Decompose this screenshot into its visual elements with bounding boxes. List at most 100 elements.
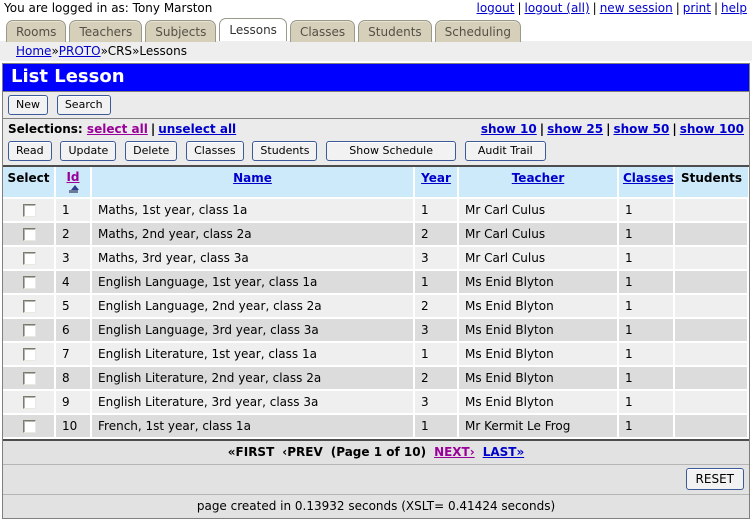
column-header-year[interactable]: Year [414, 167, 458, 198]
new-button[interactable]: New [8, 95, 48, 115]
cell-name: Maths, 3rd year, class 3a [91, 246, 414, 270]
row-select-cell[interactable] [3, 198, 55, 222]
students-button[interactable]: Students [252, 141, 317, 161]
column-header-id[interactable]: Id [55, 167, 91, 198]
logout-all-link[interactable]: logout (all) [525, 1, 590, 15]
row-select-cell[interactable] [3, 342, 55, 366]
column-header-name[interactable]: Name [91, 167, 414, 198]
breadcrumb-lessons: Lessons [139, 44, 187, 58]
row-checkbox[interactable] [23, 324, 36, 337]
cell-id: 7 [55, 342, 91, 366]
table-header-row: Select Id Name Year Teacher Classes Stud… [3, 167, 748, 198]
link-separator: | [593, 1, 597, 15]
cell-classes: 1 [618, 294, 674, 318]
cell-year: 1 [414, 198, 458, 222]
pagination-next-link[interactable]: NEXT› [434, 445, 475, 459]
pagination-last-link[interactable]: LAST» [483, 445, 525, 459]
row-checkbox[interactable] [23, 276, 36, 289]
top-links: logout|logout (all)|new session|print|he… [476, 1, 749, 15]
tab-teachers[interactable]: Teachers [69, 20, 142, 42]
cell-students [674, 366, 748, 390]
cell-year: 3 [414, 318, 458, 342]
delete-button[interactable]: Delete [125, 141, 177, 161]
show-count-group: show 10|show 25|show 50|show 100 [481, 122, 744, 137]
row-select-cell[interactable] [3, 318, 55, 342]
table-row[interactable]: 1 Maths, 1st year, class 1a 1 Mr Carl Cu… [3, 198, 748, 222]
cell-year: 2 [414, 222, 458, 246]
row-select-cell[interactable] [3, 294, 55, 318]
cell-id: 9 [55, 390, 91, 414]
cell-teacher: Ms Enid Blyton [458, 366, 618, 390]
sort-by-teacher-link[interactable]: Teacher [512, 171, 565, 185]
tab-students[interactable]: Students [358, 20, 432, 42]
row-checkbox[interactable] [23, 348, 36, 361]
table-row[interactable]: 7 English Literature, 1st year, class 1a… [3, 342, 748, 366]
tab-scheduling[interactable]: Scheduling [435, 20, 521, 42]
cell-name: English Literature, 2nd year, class 2a [91, 366, 414, 390]
table-row[interactable]: 4 English Language, 1st year, class 1a 1… [3, 270, 748, 294]
logout-link[interactable]: logout [477, 1, 515, 15]
logged-in-label: You are logged in as: Tony Marston [4, 1, 212, 15]
table-row[interactable]: 8 English Literature, 2nd year, class 2a… [3, 366, 748, 390]
row-checkbox[interactable] [23, 252, 36, 265]
show-25-link[interactable]: show 25 [547, 122, 603, 136]
cell-name: French, 1st year, class 1a [91, 414, 414, 438]
cell-students [674, 342, 748, 366]
classes-button[interactable]: Classes [186, 141, 243, 161]
column-header-classes[interactable]: Classes [618, 167, 674, 198]
audit-trail-button[interactable]: Audit Trail [465, 141, 546, 161]
row-select-cell[interactable] [3, 246, 55, 270]
table-row[interactable]: 6 English Language, 3rd year, class 3a 3… [3, 318, 748, 342]
breadcrumb-home[interactable]: Home [16, 44, 51, 58]
help-link[interactable]: help [721, 1, 747, 15]
sort-by-classes-link[interactable]: Classes [623, 171, 674, 185]
read-button[interactable]: Read [8, 141, 52, 161]
sort-by-name-link[interactable]: Name [233, 171, 272, 185]
row-select-cell[interactable] [3, 270, 55, 294]
row-checkbox[interactable] [23, 228, 36, 241]
page-title: List Lesson [3, 64, 749, 92]
tab-classes[interactable]: Classes [290, 20, 355, 42]
sort-by-id-link[interactable]: Id [66, 170, 79, 184]
tab-subjects[interactable]: Subjects [145, 20, 216, 42]
tab-rooms[interactable]: Rooms [6, 20, 66, 42]
search-button[interactable]: Search [57, 95, 111, 115]
show-10-link[interactable]: show 10 [481, 122, 537, 136]
print-link[interactable]: print [683, 1, 711, 15]
column-header-teacher[interactable]: Teacher [458, 167, 618, 198]
row-checkbox[interactable] [23, 420, 36, 433]
lessons-table: Select Id Name Year Teacher Classes Stud… [3, 167, 749, 439]
show-50-link[interactable]: show 50 [613, 122, 669, 136]
row-checkbox[interactable] [23, 204, 36, 217]
table-row[interactable]: 5 English Language, 2nd year, class 2a 2… [3, 294, 748, 318]
page-timing-footer: page created in 0.13932 seconds (XSLT= 0… [3, 494, 749, 518]
row-checkbox[interactable] [23, 372, 36, 385]
show-100-link[interactable]: show 100 [680, 122, 744, 136]
row-checkbox[interactable] [23, 396, 36, 409]
row-select-cell[interactable] [3, 390, 55, 414]
cell-name: English Language, 1st year, class 1a [91, 270, 414, 294]
row-checkbox[interactable] [23, 300, 36, 313]
tab-lessons[interactable]: Lessons [219, 18, 287, 41]
sort-by-year-link[interactable]: Year [421, 171, 451, 185]
row-select-cell[interactable] [3, 414, 55, 438]
pagination-first: «FIRST [228, 445, 274, 459]
table-row[interactable]: 2 Maths, 2nd year, class 2a 2 Mr Carl Cu… [3, 222, 748, 246]
table-row[interactable]: 3 Maths, 3rd year, class 3a 3 Mr Carl Cu… [3, 246, 748, 270]
cell-teacher: Ms Enid Blyton [458, 270, 618, 294]
cell-classes: 1 [618, 246, 674, 270]
reset-button[interactable]: RESET [686, 468, 744, 490]
breadcrumb-proto[interactable]: PROTO [59, 44, 101, 58]
unselect-all-link[interactable]: unselect all [158, 122, 236, 136]
select-all-link[interactable]: select all [87, 122, 148, 136]
row-select-cell[interactable] [3, 222, 55, 246]
row-select-cell[interactable] [3, 366, 55, 390]
table-row[interactable]: 9 English Literature, 3rd year, class 3a… [3, 390, 748, 414]
cell-id: 5 [55, 294, 91, 318]
table-body: 1 Maths, 1st year, class 1a 1 Mr Carl Cu… [3, 198, 748, 438]
update-button[interactable]: Update [60, 141, 116, 161]
new-session-link[interactable]: new session [600, 1, 673, 15]
cell-name: English Literature, 1st year, class 1a [91, 342, 414, 366]
show-schedule-button[interactable]: Show Schedule [326, 141, 456, 161]
table-row[interactable]: 10 French, 1st year, class 1a 1 Mr Kermi… [3, 414, 748, 438]
